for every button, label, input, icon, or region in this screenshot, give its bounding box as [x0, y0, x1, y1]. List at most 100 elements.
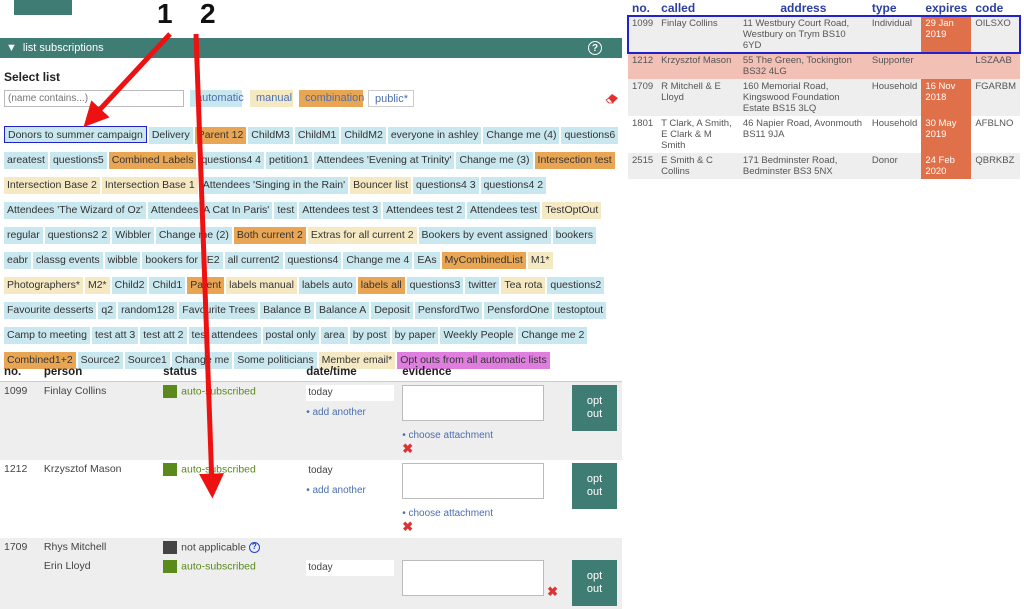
people-row[interactable]: 1709 R Mitchell & E Lloyd 160 Memorial Roa… [628, 79, 1020, 116]
choose-attachment-link[interactable]: • choose attachment [402, 430, 564, 441]
list-tag[interactable]: questions4 [284, 252, 342, 269]
list-tag[interactable]: questions5 [49, 152, 107, 169]
list-tag[interactable]: everyone in ashley [387, 127, 482, 144]
list-tag[interactable]: PensfordTwo [414, 302, 483, 319]
list-tag[interactable]: areatest [4, 152, 48, 169]
list-tag[interactable]: Intersection test [534, 152, 615, 169]
list-tag[interactable]: regular [4, 227, 43, 244]
top-button[interactable] [14, 0, 72, 15]
list-tag[interactable]: M2* [84, 277, 110, 294]
list-tag[interactable]: classg events [33, 252, 103, 269]
list-tag[interactable]: questions2 2 [44, 227, 111, 244]
list-tag[interactable]: questions4 4 [198, 152, 265, 169]
list-tag[interactable]: labels auto [298, 277, 356, 294]
list-tag[interactable]: Attendees 'Evening at Trinity' [313, 152, 455, 169]
list-tag[interactable]: ChildM1 [294, 127, 340, 144]
evidence-textarea[interactable] [402, 384, 545, 421]
list-tag[interactable]: Intersection Base 1 [101, 177, 198, 194]
list-tag[interactable]: Both current 2 [233, 227, 306, 244]
list-tag[interactable]: Parent 12 [194, 127, 247, 144]
list-tag[interactable]: questions6 [561, 127, 619, 144]
filter-manual[interactable]: manual [250, 90, 293, 107]
list-tag[interactable]: Photographers* [4, 277, 83, 294]
help-icon[interactable]: ? [588, 41, 602, 55]
remove-icon[interactable]: ✖ [547, 584, 558, 600]
list-tag[interactable]: Intersection Base 2 [4, 177, 100, 194]
people-row[interactable]: 1212 Krzysztof Mason 55 The Green, Tocking… [628, 53, 1020, 79]
people-row[interactable]: 1801 T Clark, A Smith, E Clark & M Smith 4… [628, 116, 1020, 153]
list-tag[interactable]: random128 [118, 302, 178, 319]
list-tag[interactable]: labels manual [226, 277, 297, 294]
list-tag[interactable]: Camp to meeting [4, 327, 90, 344]
list-tag[interactable]: q2 [98, 302, 117, 319]
list-tag[interactable]: petition1 [266, 152, 312, 169]
list-tag[interactable]: questions4 3 [413, 177, 479, 194]
filter-automatic[interactable]: automatic [190, 90, 244, 107]
list-tag[interactable]: Change me (3) [456, 152, 533, 169]
list-tag[interactable]: Extras for all current 2 [307, 227, 417, 244]
eraser-icon[interactable] [605, 92, 619, 104]
choose-attachment-link[interactable]: • choose attachment [402, 508, 564, 519]
list-tag[interactable]: Attendees 'A Cat In Paris' [147, 202, 273, 219]
filter-public[interactable]: public* [368, 90, 414, 107]
list-tag[interactable]: Child2 [111, 277, 148, 294]
list-tag[interactable]: postal only [262, 327, 319, 344]
list-tag[interactable]: test attendees [188, 327, 261, 344]
list-tag[interactable]: eabr [4, 252, 32, 269]
list-tag[interactable]: Attendees test 2 [383, 202, 466, 219]
list-tag[interactable]: questions3 [406, 277, 464, 294]
date-input[interactable] [306, 462, 395, 479]
list-tag[interactable]: Change me 4 [343, 252, 413, 269]
list-tag[interactable]: area [320, 327, 348, 344]
list-tag[interactable]: by paper [391, 327, 439, 344]
list-tag[interactable]: Change me 2 [518, 327, 588, 344]
list-tag[interactable]: Attendees 'Singing in the Rain' [199, 177, 349, 194]
list-tag[interactable]: testoptout [554, 302, 607, 319]
list-tag[interactable]: Balance B [260, 302, 315, 319]
list-tag[interactable]: Attendees test [467, 202, 541, 219]
list-tag[interactable]: questions4 2 [480, 177, 547, 194]
remove-icon[interactable]: ✖ [402, 519, 413, 535]
remove-icon[interactable]: ✖ [402, 441, 413, 457]
list-tag[interactable]: ChildM3 [248, 127, 293, 144]
date-input[interactable] [306, 384, 395, 401]
list-tag[interactable]: Wibbler [112, 227, 154, 244]
list-tag[interactable]: Tea rota [501, 277, 546, 294]
list-tag[interactable]: Attendees test 3 [299, 202, 382, 219]
list-tag[interactable]: labels all [357, 277, 405, 294]
section-header[interactable]: ▼ list subscriptions ? [0, 38, 622, 58]
list-tag[interactable]: by post [349, 327, 390, 344]
list-tag[interactable]: M1* [527, 252, 553, 269]
list-tag[interactable]: EAs [414, 252, 440, 269]
list-tag[interactable]: wibble [104, 252, 141, 269]
list-tag[interactable]: TestOptOut [542, 202, 602, 219]
people-row[interactable]: 1099 Finlay Collins 11 Westbury Court Road… [627, 15, 1021, 54]
list-tag[interactable]: all current2 [224, 252, 283, 269]
list-tag[interactable]: test att 3 [91, 327, 139, 344]
list-tag[interactable]: bookers [552, 227, 596, 244]
opt-out-button[interactable]: opt out [571, 384, 617, 431]
evidence-textarea[interactable] [402, 462, 545, 499]
opt-out-button[interactable]: opt out [571, 559, 617, 606]
list-tag[interactable]: twitter [465, 277, 500, 294]
list-tag[interactable]: ChildM2 [341, 127, 386, 144]
add-another-link[interactable]: • add another [306, 485, 394, 496]
collapse-triangle-icon[interactable]: ▼ [6, 42, 17, 54]
help-icon[interactable]: ? [248, 541, 260, 553]
date-input[interactable] [306, 559, 395, 576]
filter-combination[interactable]: combination [299, 90, 364, 107]
add-another-link[interactable]: • add another [306, 407, 394, 418]
list-tag[interactable]: PensfordOne [484, 302, 553, 319]
list-tag[interactable]: test [274, 202, 298, 219]
list-tag[interactable]: Change me (4) [483, 127, 560, 144]
list-tag[interactable]: test att 2 [140, 327, 187, 344]
list-tag[interactable]: MyCombinedList [441, 252, 526, 269]
people-row[interactable]: 2515 E Smith & C Collins 171 Bedminster Ro… [628, 153, 1020, 179]
list-tag[interactable]: Bouncer list [350, 177, 411, 194]
list-tag[interactable]: questions2 [547, 277, 605, 294]
list-tag[interactable]: Change me (2) [155, 227, 232, 244]
list-tag[interactable]: Parent [187, 277, 225, 294]
list-tag[interactable]: Weekly People [440, 327, 517, 344]
evidence-textarea[interactable] [402, 559, 545, 596]
list-tag[interactable]: Child1 [149, 277, 186, 294]
